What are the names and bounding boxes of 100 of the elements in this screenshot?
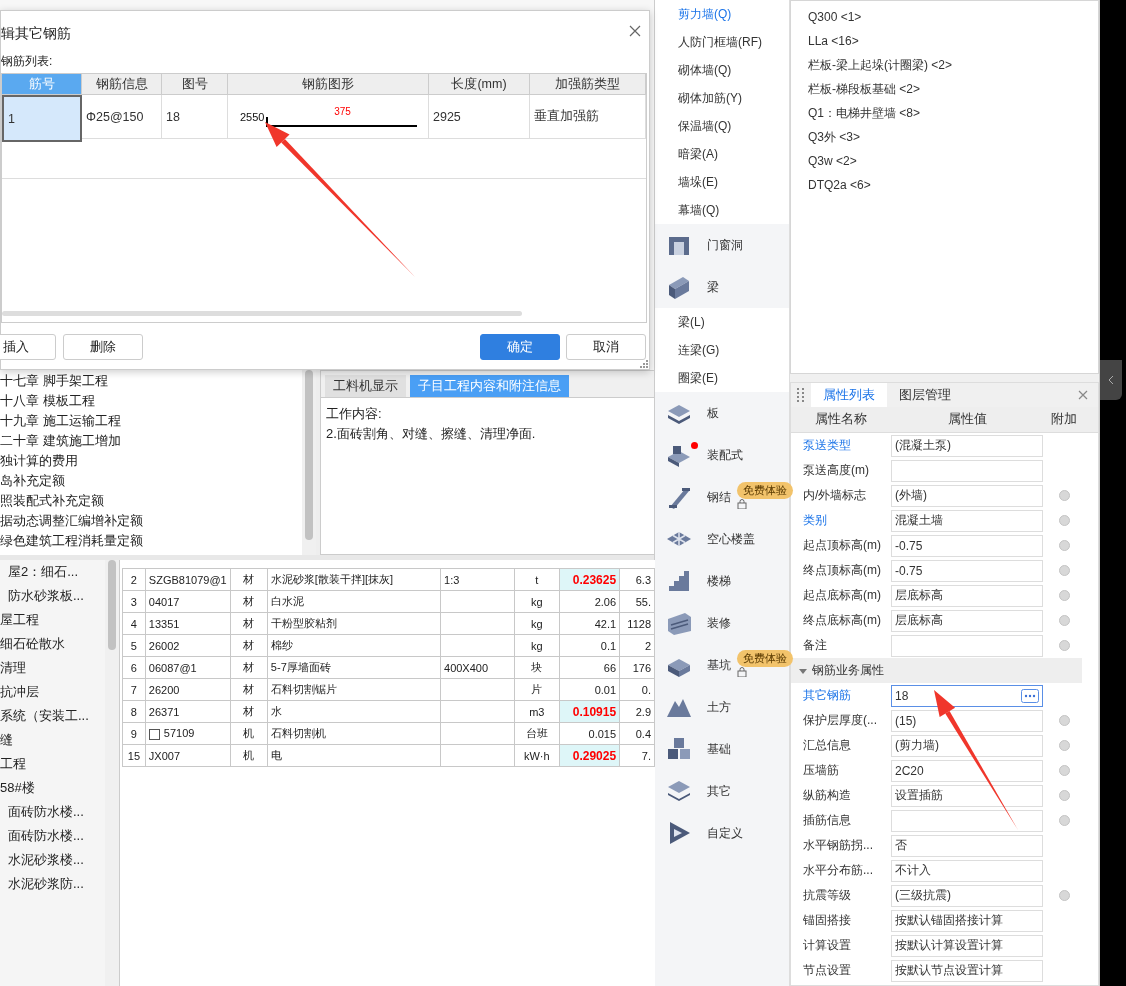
sidebar-item[interactable]: 保温墙(Q) xyxy=(655,112,789,140)
sidebar-item[interactable]: 自定义 xyxy=(707,824,743,842)
attach-indicator[interactable] xyxy=(1058,740,1070,751)
caret-icon[interactable] xyxy=(799,666,807,675)
attach-indicator[interactable] xyxy=(1058,615,1070,626)
tree-item[interactable]: 独计算的费用 xyxy=(0,451,302,471)
sidebar-item[interactable]: 连梁(G) xyxy=(655,336,789,364)
close-icon[interactable] xyxy=(1078,390,1088,400)
attach-indicator[interactable] xyxy=(1058,515,1070,526)
property-field[interactable]: -0.75 xyxy=(891,534,1043,557)
property-field[interactable] xyxy=(891,634,1043,657)
tree-item[interactable]: 岛补充定额 xyxy=(0,471,302,491)
tree-item[interactable]: 缝 xyxy=(0,728,105,752)
sidebar-item[interactable]: 人防门框墙(RF) xyxy=(655,28,789,56)
sidebar-item[interactable]: 土方 xyxy=(707,698,731,716)
tree-item[interactable]: 据动态调整汇编增补定额 xyxy=(0,511,302,531)
property-field[interactable] xyxy=(891,809,1043,832)
drag-handle-icon[interactable] xyxy=(797,388,805,402)
tree-item[interactable]: 面砖防水楼... xyxy=(0,800,105,824)
table-cell[interactable]: 垂直加强筋 xyxy=(530,95,646,139)
table-cell[interactable]: 18 xyxy=(162,95,228,139)
sidebar-item[interactable]: 墙垛(E) xyxy=(655,168,789,196)
tab[interactable]: 属性列表 xyxy=(811,383,887,407)
table-cell[interactable]: 2925 xyxy=(429,95,530,139)
sidebar-item[interactable]: 梁(L) xyxy=(655,308,789,336)
tree-item[interactable]: 58#楼 xyxy=(0,776,105,800)
resize-grip-icon[interactable] xyxy=(640,360,648,368)
property-field[interactable]: 混凝土墙 xyxy=(891,509,1043,532)
dialog-button[interactable]: 插入 xyxy=(0,334,56,360)
sidebar-item[interactable]: 砌体加筋(Y) xyxy=(655,84,789,112)
attach-indicator[interactable] xyxy=(1058,715,1070,726)
group-header[interactable]: 钢筋业务属性 xyxy=(791,658,1082,683)
attach-indicator[interactable] xyxy=(1058,490,1070,501)
attach-indicator[interactable] xyxy=(1058,890,1070,901)
list-item[interactable]: Q3w <2> xyxy=(808,149,1098,173)
tree-item[interactable]: 十八章 模板工程 xyxy=(0,391,302,411)
tree-item[interactable]: 工程 xyxy=(0,752,105,776)
property-field[interactable]: 按默认锚固搭接计算 xyxy=(891,909,1043,932)
property-field[interactable]: (剪力墙) xyxy=(891,734,1043,757)
tree-item[interactable]: 十七章 脚手架工程 xyxy=(0,371,302,391)
property-field[interactable]: 设置插筋 xyxy=(891,784,1043,807)
sidebar-item[interactable]: 砌体墙(Q) xyxy=(655,56,789,84)
sidebar-item[interactable]: 空心楼盖 xyxy=(707,530,755,548)
sidebar-item[interactable]: 门窗洞 xyxy=(707,236,743,254)
sidebar-item[interactable]: 暗梁(A) xyxy=(655,140,789,168)
property-field[interactable]: 按默认节点设置计算 xyxy=(891,959,1043,982)
tree-item[interactable]: 面砖防水楼... xyxy=(0,824,105,848)
dialog-button[interactable]: 删除 xyxy=(63,334,143,360)
attach-indicator[interactable] xyxy=(1058,765,1070,776)
attach-indicator[interactable] xyxy=(1058,815,1070,826)
tree-item[interactable]: 系统（安装工... xyxy=(0,704,105,728)
list-item[interactable]: Q300 <1> xyxy=(808,5,1098,29)
close-icon[interactable] xyxy=(629,25,641,37)
property-field[interactable]: 18 xyxy=(891,684,1043,707)
tree-item[interactable]: 屋2：细石... xyxy=(0,560,105,584)
sidebar-item[interactable]: 剪力墙(Q) xyxy=(655,0,789,28)
property-field[interactable]: (三级抗震) xyxy=(891,884,1043,907)
tree-item[interactable]: 十九章 施工运输工程 xyxy=(0,411,302,431)
tab[interactable]: 图层管理 xyxy=(887,383,963,407)
property-name[interactable]: 类别 xyxy=(791,512,891,529)
property-field[interactable]: (15) xyxy=(891,709,1043,732)
sidebar-item[interactable]: 钢结 xyxy=(707,488,731,506)
tab[interactable]: 工料机显示 xyxy=(325,375,406,397)
sidebar-item[interactable]: 圈梁(E) xyxy=(655,364,789,392)
list-item[interactable]: Q3外 <3> xyxy=(808,125,1098,149)
attach-indicator[interactable] xyxy=(1058,790,1070,801)
property-field[interactable]: 否 xyxy=(891,834,1043,857)
property-field[interactable]: 不计入 xyxy=(891,859,1043,882)
tree-item[interactable]: 防水砂浆板... xyxy=(0,584,105,608)
property-name[interactable]: 其它钢筋 xyxy=(791,687,891,704)
property-field[interactable]: -0.75 xyxy=(891,559,1043,582)
sidebar-item[interactable]: 其它 xyxy=(707,782,731,800)
table-cell[interactable]: Φ25@150 xyxy=(82,95,162,139)
list-item[interactable]: 栏板-梁上起垛(计圈梁) <2> xyxy=(808,53,1098,77)
property-field[interactable]: (外墙) xyxy=(891,484,1043,507)
dialog-button[interactable]: 取消 xyxy=(566,334,646,360)
sidebar-item[interactable]: 楼梯 xyxy=(707,572,731,590)
tree-item[interactable]: 细石砼散水 xyxy=(0,632,105,656)
tree-item[interactable]: 照装配式补充定额 xyxy=(0,491,302,511)
property-field[interactable]: 按默认计算设置计算 xyxy=(891,934,1043,957)
sidebar-item[interactable]: 板 xyxy=(707,404,719,422)
more-icon[interactable] xyxy=(1021,688,1039,703)
sidebar-item[interactable]: 装修 xyxy=(707,614,731,632)
sidebar-item[interactable]: 基础 xyxy=(707,740,731,758)
property-name[interactable]: 泵送类型 xyxy=(791,437,891,454)
property-field[interactable]: 层底标高 xyxy=(891,584,1043,607)
tree-item[interactable]: 抗冲层 xyxy=(0,680,105,704)
tree-item[interactable]: 二十章 建筑施工增加 xyxy=(0,431,302,451)
list-item[interactable]: 栏板-梯段板基础 <2> xyxy=(808,77,1098,101)
scrollbar[interactable] xyxy=(302,370,316,555)
list-item[interactable]: DTQ2a <6> xyxy=(808,173,1098,197)
attach-indicator[interactable] xyxy=(1058,565,1070,576)
expand-icon[interactable] xyxy=(148,728,160,740)
property-field[interactable]: 2C20 xyxy=(891,759,1043,782)
sidebar-item[interactable]: 装配式 xyxy=(707,446,743,464)
attach-indicator[interactable] xyxy=(1058,640,1070,651)
property-field[interactable]: (混凝土泵) xyxy=(891,434,1043,457)
scrollbar[interactable] xyxy=(2,311,522,316)
tree-item[interactable]: 水泥砂浆防... xyxy=(0,872,105,896)
tree-item[interactable]: 水泥砂浆楼... xyxy=(0,848,105,872)
